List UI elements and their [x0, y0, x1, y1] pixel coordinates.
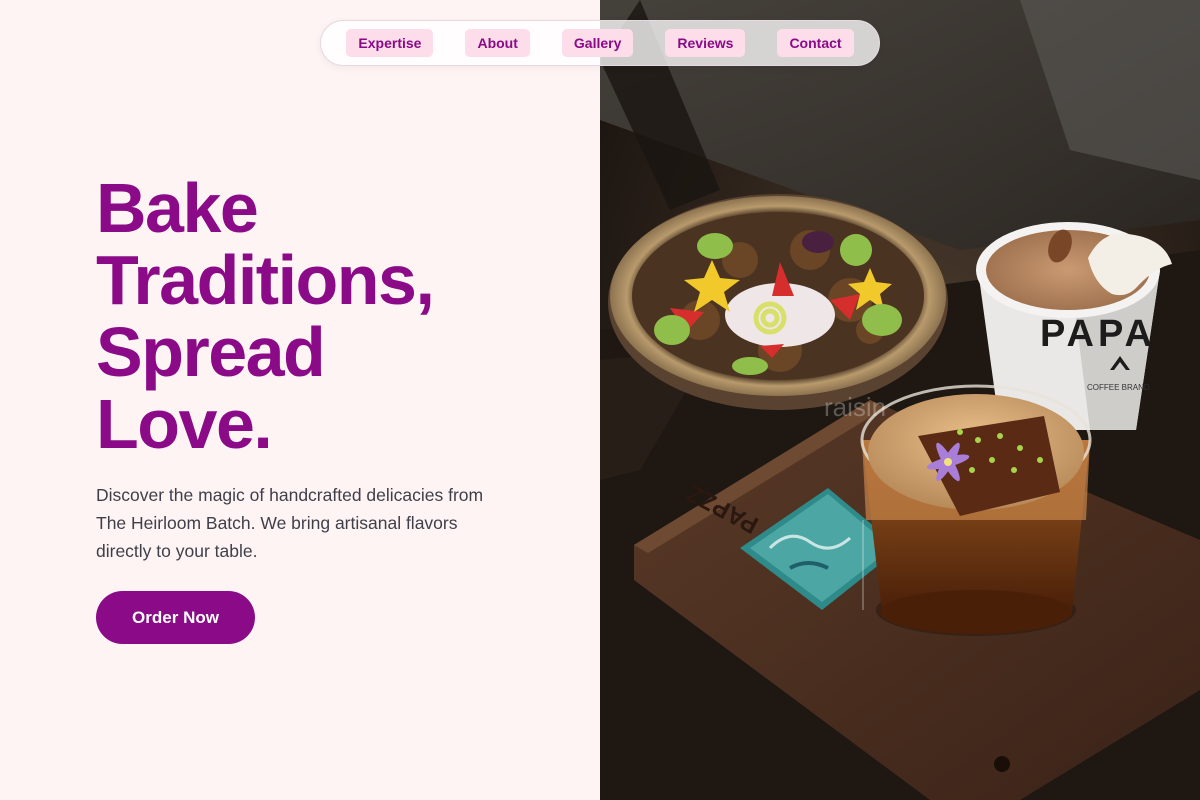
food-drinks-photo: PAPZZ PAPA COFFEE BRAND [600, 0, 1200, 800]
cup-subtext: COFFEE BRAND [1087, 383, 1150, 392]
headline-line-4: Love. [96, 385, 273, 463]
headline-line-1: Bake [96, 169, 259, 247]
nav-link-expertise[interactable]: Expertise [346, 29, 434, 57]
headline-line-2: Traditions, [96, 241, 435, 319]
cup-logo-text: PAPA [1040, 313, 1156, 355]
hero-description: Discover the magic of handcrafted delica… [96, 485, 484, 561]
order-now-button[interactable]: Order Now [96, 591, 255, 644]
headline-line-3: Spread [96, 313, 326, 391]
hero-photo: PAPZZ PAPA COFFEE BRAND [600, 0, 1200, 800]
nav-link-about[interactable]: About [465, 29, 530, 57]
hero-headline: Bake Traditions, Spread Love. [96, 172, 576, 460]
hero-left-panel: Bake Traditions, Spread Love. Discover t… [0, 0, 600, 800]
nav-link-contact[interactable]: Contact [777, 29, 854, 57]
watermark-text: raisin [824, 392, 887, 422]
top-nav: Expertise About Gallery Reviews Contact [320, 20, 880, 66]
nav-link-gallery[interactable]: Gallery [561, 29, 634, 57]
nav-link-reviews[interactable]: Reviews [665, 29, 746, 57]
